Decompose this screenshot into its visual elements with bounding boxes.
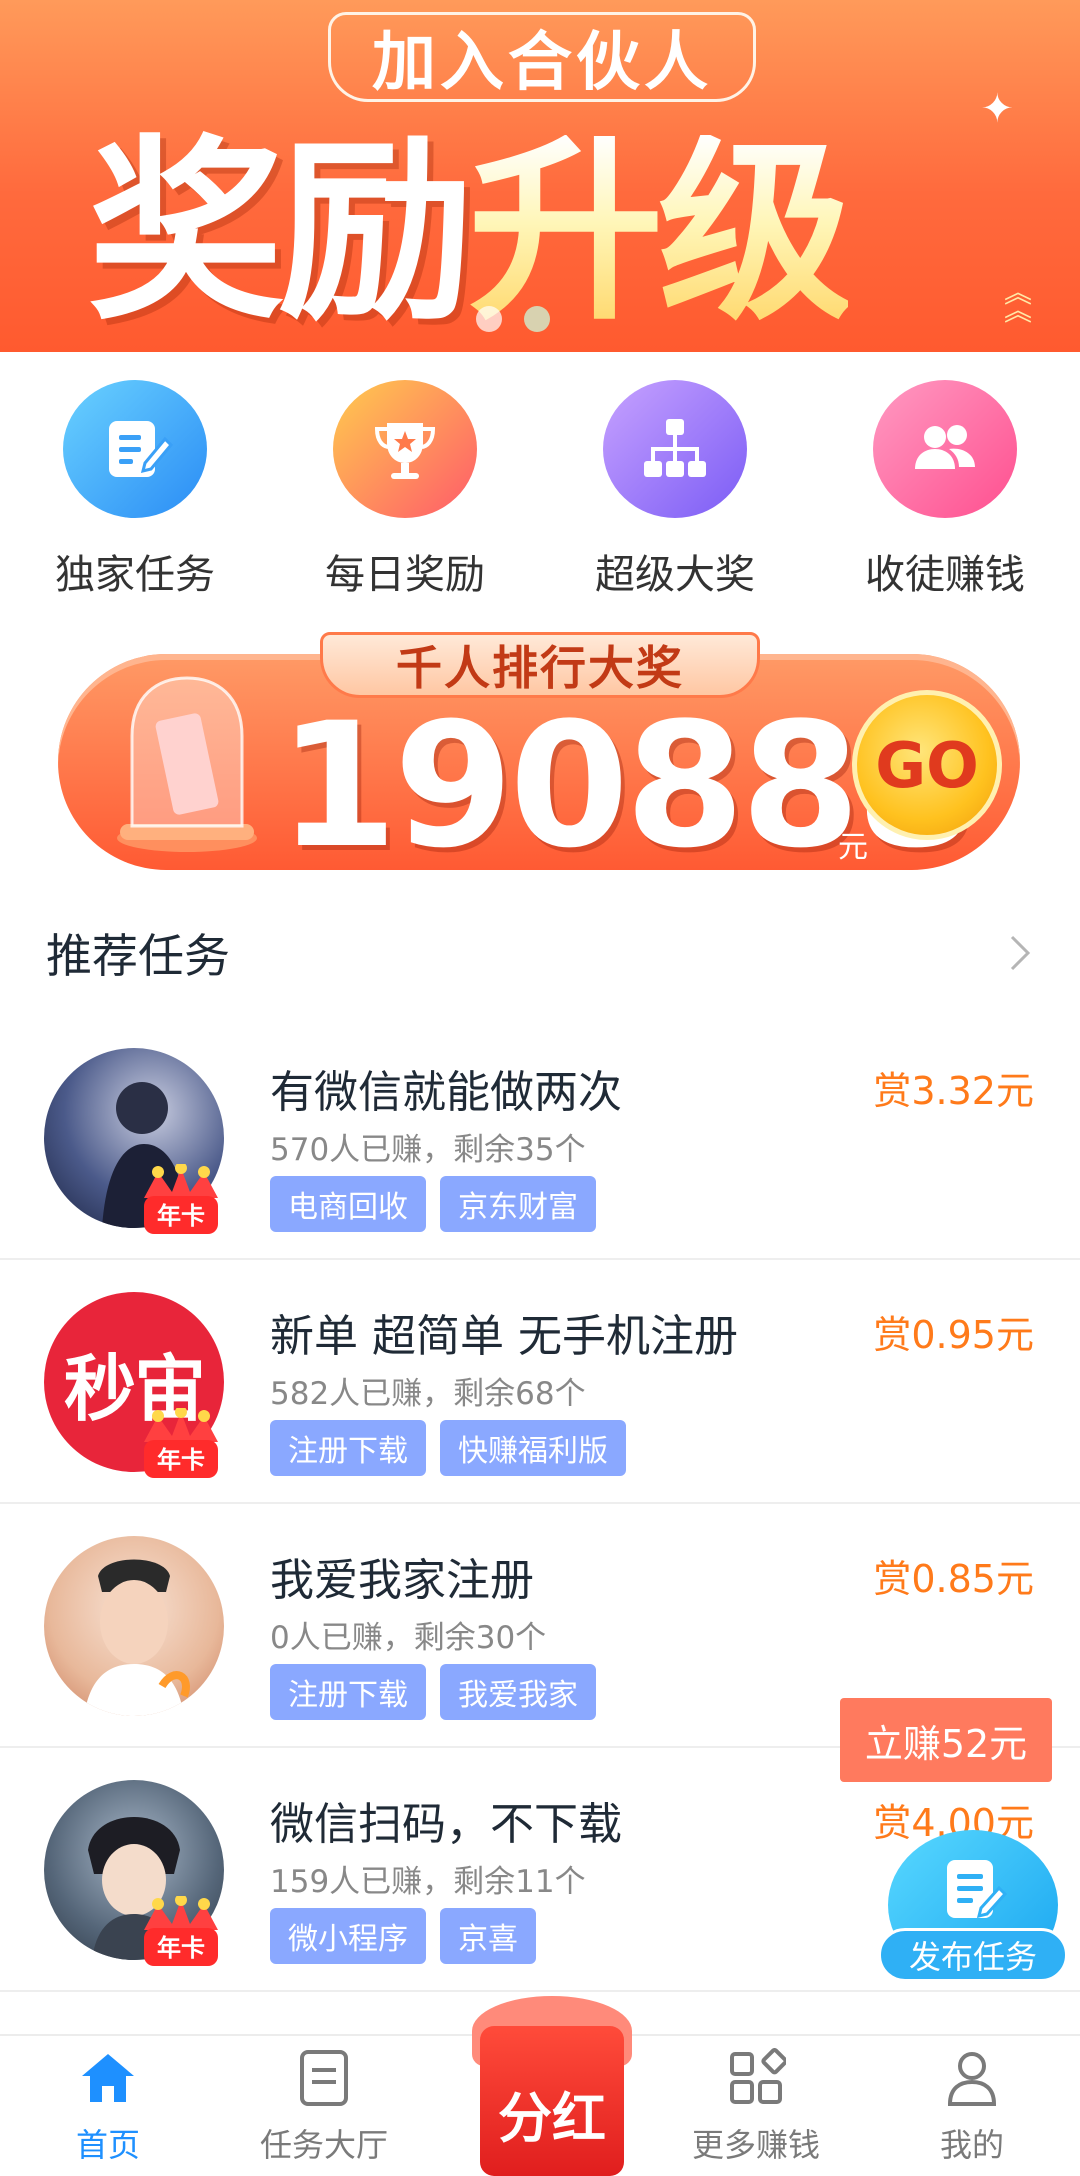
hierarchy-icon	[603, 380, 747, 518]
task-reward: 赏0.85元	[873, 1557, 1034, 1601]
task-title: 我爱我家注册	[270, 1555, 534, 1606]
nav-label: 首页	[75, 2126, 140, 2164]
recommended-tasks-header[interactable]: 推荐任务	[46, 918, 1040, 988]
entry-label: 每日奖励	[325, 552, 485, 598]
task-item[interactable]: 秒宙 年卡 新单 超简单 无手机注册 赏0.95元 582人已赚，剩余68个 注…	[0, 1260, 1080, 1504]
entry-super-prize[interactable]: 超级大奖	[540, 380, 810, 600]
nav-dividend-label: 分红	[498, 2087, 606, 2150]
task-tag: 微小程序	[270, 1908, 426, 1964]
task-meta: 0人已赚，剩余30个	[270, 1620, 547, 1656]
go-button[interactable]: GO	[852, 690, 1002, 840]
carousel-indicator	[476, 306, 550, 332]
quick-entries: 独家任务 每日奖励 超级大奖 收徒赚钱	[0, 380, 1080, 600]
nav-label: 更多赚钱	[691, 2126, 820, 2164]
publish-task-button[interactable]: 发布任务	[878, 1830, 1068, 1982]
chevrons-up-icon: ︽ ︽	[1003, 276, 1032, 327]
entry-label: 超级大奖	[595, 552, 755, 598]
carousel-dot[interactable]	[476, 306, 502, 332]
task-meta: 570人已赚，剩余35个	[270, 1132, 586, 1168]
banner-title-part1: 奖励	[88, 119, 474, 347]
task-tags: 电商回收 京东财富	[270, 1176, 596, 1232]
task-reward: 赏3.32元	[873, 1069, 1034, 1113]
entry-daily-rewards[interactable]: 每日奖励	[270, 380, 540, 600]
badge-text: 年卡	[157, 1202, 205, 1230]
task-tags: 注册下载 快赚福利版	[270, 1420, 626, 1476]
task-tag: 我爱我家	[440, 1664, 596, 1720]
nav-label: 我的	[939, 2126, 1004, 2164]
badge-text: 年卡	[157, 1934, 205, 1962]
nav-more-earn[interactable]: 更多赚钱	[648, 2036, 864, 2176]
chevron-right-icon[interactable]	[1000, 933, 1040, 973]
annual-card-badge: 年卡	[138, 1406, 224, 1484]
person-icon	[940, 2046, 1004, 2110]
nav-dividend[interactable]: 分红	[462, 1996, 642, 2176]
section-title: 推荐任务	[46, 929, 230, 983]
task-tag: 京东财富	[440, 1176, 596, 1232]
nav-mine[interactable]: 我的	[864, 2036, 1080, 2176]
task-tag: 京喜	[440, 1908, 536, 1964]
nav-label: 任务大厅	[259, 2126, 388, 2164]
task-tag: 注册下载	[270, 1664, 426, 1720]
carousel-dot-active[interactable]	[524, 306, 550, 332]
badge-text: 年卡	[157, 1446, 205, 1474]
annual-card-badge: 年卡	[138, 1162, 224, 1240]
task-title: 有微信就能做两次	[270, 1067, 622, 1118]
banner-title: 奖励 升级	[88, 118, 1048, 348]
task-tag: 注册下载	[270, 1420, 426, 1476]
users-icon	[873, 380, 1017, 518]
publish-task-label: 发布任务	[878, 1928, 1068, 1982]
task-meta: 582人已赚，剩余68个	[270, 1376, 586, 1412]
task-meta: 159人已赚，剩余11个	[270, 1864, 586, 1900]
promo-banner[interactable]: 加入合伙人 奖励 升级 ✦ ︽ ︽	[0, 0, 1080, 352]
task-tags: 注册下载 我爱我家	[270, 1664, 596, 1720]
grid-icon	[724, 2046, 788, 2110]
task-item[interactable]: 年卡 有微信就能做两次 赏3.32元 570人已赚，剩余35个 电商回收 京东财…	[0, 1016, 1080, 1260]
nav-task-hall[interactable]: 任务大厅	[216, 2036, 432, 2176]
document-icon	[292, 2046, 356, 2110]
ranking-unit: 元	[838, 830, 868, 865]
annual-card-badge: 年卡	[138, 1894, 224, 1972]
entry-exclusive-tasks[interactable]: 独家任务	[0, 380, 270, 600]
task-title: 微信扫码，不下载	[270, 1799, 622, 1850]
money-jar-icon	[112, 666, 262, 856]
task-tags: 微小程序 京喜	[270, 1908, 536, 1964]
task-title: 新单 超简单 无手机注册	[270, 1311, 738, 1362]
earn-now-button[interactable]: 立赚52元	[840, 1698, 1052, 1782]
home-icon	[76, 2046, 140, 2110]
trophy-icon	[333, 380, 477, 518]
entry-recruit-earn[interactable]: 收徒赚钱	[810, 380, 1080, 600]
banner-title-part2: 升级	[468, 119, 854, 347]
task-tag: 电商回收	[270, 1176, 426, 1232]
entry-label: 收徒赚钱	[865, 552, 1025, 598]
entry-label: 独家任务	[55, 552, 215, 598]
banner-subtitle: 加入合伙人	[328, 12, 756, 102]
nav-home[interactable]: 首页	[0, 2036, 216, 2176]
avatar	[44, 1536, 224, 1716]
sparkle-icon: ✦	[980, 86, 1014, 132]
task-reward: 赏0.95元	[873, 1313, 1034, 1357]
edit-list-icon	[63, 380, 207, 518]
task-tag: 快赚福利版	[440, 1420, 626, 1476]
